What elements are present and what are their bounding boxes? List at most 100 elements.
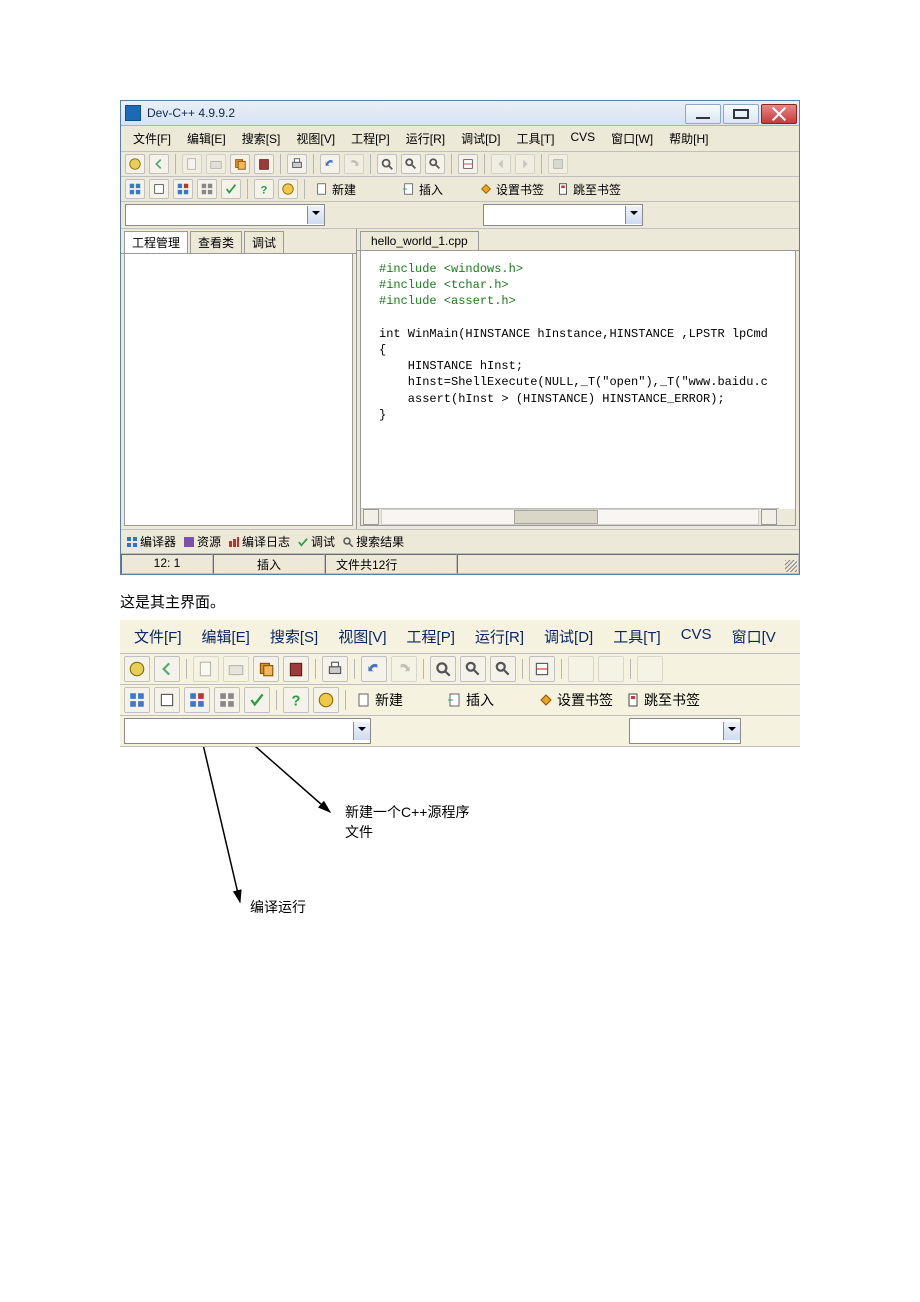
function-combo[interactable] <box>629 718 741 744</box>
copy-icon[interactable] <box>253 656 279 682</box>
new-button[interactable]: 新建 <box>311 181 360 198</box>
print-icon[interactable] <box>287 154 307 174</box>
run-icon[interactable] <box>149 179 169 199</box>
find-next-icon[interactable] <box>460 656 486 682</box>
btab-debug[interactable]: 调试 <box>298 533 335 550</box>
globe-icon[interactable] <box>125 154 145 174</box>
set-bookmark-button[interactable]: 设置书签 <box>475 181 548 198</box>
editor-tab[interactable]: hello_world_1.cpp <box>360 231 479 250</box>
menu2-search[interactable]: 搜索[S] <box>260 622 328 651</box>
class-combo[interactable] <box>125 204 325 226</box>
undo-icon[interactable] <box>361 656 387 682</box>
replace-icon[interactable] <box>425 154 445 174</box>
menu-window[interactable]: 窗口[W] <box>603 128 661 149</box>
new-button[interactable]: 新建 <box>352 690 407 710</box>
menu2-debug[interactable]: 调试[D] <box>534 622 603 651</box>
menu2-run[interactable]: 运行[R] <box>465 622 534 651</box>
undo-icon[interactable] <box>320 154 340 174</box>
menu-edit[interactable]: 编辑[E] <box>179 128 234 149</box>
rebuild-icon[interactable] <box>214 687 240 713</box>
scroll-right-icon[interactable] <box>761 509 777 525</box>
function-combo[interactable] <box>483 204 643 226</box>
help-icon[interactable]: ? <box>283 687 309 713</box>
disk-icon[interactable] <box>637 656 663 682</box>
debug-ok-icon[interactable] <box>221 179 241 199</box>
run-icon[interactable] <box>154 687 180 713</box>
insert-button[interactable]: 插入 <box>398 181 447 198</box>
btab-compiler[interactable]: 编译器 <box>127 533 176 550</box>
scroll-thumb[interactable] <box>514 510 599 524</box>
menu2-project[interactable]: 工程[P] <box>397 622 465 651</box>
menu-file[interactable]: 文件[F] <box>125 128 179 149</box>
h-scrollbar[interactable] <box>361 508 779 525</box>
menu2-cvs[interactable]: CVS <box>671 622 722 651</box>
titlebar[interactable]: Dev-C++ 4.9.9.2 <box>121 101 799 126</box>
rebuild-icon[interactable] <box>197 179 217 199</box>
new-file-icon[interactable] <box>193 656 219 682</box>
resize-grip-icon[interactable] <box>785 560 797 572</box>
paste-icon[interactable] <box>283 656 309 682</box>
globe-icon[interactable] <box>124 656 150 682</box>
menu-help[interactable]: 帮助[H] <box>661 128 716 149</box>
menu2-window[interactable]: 窗口[V <box>722 622 786 651</box>
compile-run-icon[interactable] <box>184 687 210 713</box>
menu-project[interactable]: 工程[P] <box>343 128 398 149</box>
find-icon[interactable] <box>377 154 397 174</box>
minimize-button[interactable] <box>685 104 721 124</box>
scroll-left-icon[interactable] <box>363 509 379 525</box>
btab-log[interactable]: 编译日志 <box>229 533 290 550</box>
help-icon[interactable]: ? <box>254 179 274 199</box>
compile-icon[interactable] <box>124 687 150 713</box>
insert-label: 插入 <box>419 181 443 198</box>
menu2-file[interactable]: 文件[F] <box>124 622 192 651</box>
goto-line-icon[interactable] <box>458 154 478 174</box>
paste-icon[interactable] <box>254 154 274 174</box>
back-icon[interactable] <box>149 154 169 174</box>
set-bookmark-button[interactable]: 设置书签 <box>534 690 617 710</box>
project-tree[interactable] <box>124 254 353 526</box>
goto-bookmark-button[interactable]: 跳至书签 <box>621 690 704 710</box>
side-tab-project[interactable]: 工程管理 <box>124 231 188 253</box>
open-icon[interactable] <box>223 656 249 682</box>
menu2-view[interactable]: 视图[V] <box>328 622 396 651</box>
goto-line-icon[interactable] <box>529 656 555 682</box>
side-tab-class[interactable]: 查看类 <box>190 231 242 253</box>
menu2-edit[interactable]: 编辑[E] <box>192 622 260 651</box>
nav-back-icon[interactable] <box>568 656 594 682</box>
nav-fwd-icon[interactable] <box>515 154 535 174</box>
close-button[interactable] <box>761 104 797 124</box>
new-file-icon[interactable] <box>182 154 202 174</box>
side-tab-debug[interactable]: 调试 <box>244 231 284 253</box>
btab-search[interactable]: 搜索结果 <box>343 533 404 550</box>
compile-icon[interactable] <box>125 179 145 199</box>
insert-button[interactable]: 插入 <box>443 690 498 710</box>
goto-bookmark-button[interactable]: 跳至书签 <box>552 181 625 198</box>
class-combo[interactable] <box>124 718 371 744</box>
nav-back-icon[interactable] <box>491 154 511 174</box>
maximize-button[interactable] <box>723 104 759 124</box>
compile-run-icon[interactable] <box>173 179 193 199</box>
menu-tools[interactable]: 工具[T] <box>508 128 562 149</box>
nav-fwd-icon[interactable] <box>598 656 624 682</box>
menu2-tools[interactable]: 工具[T] <box>603 622 671 651</box>
open-icon[interactable] <box>206 154 226 174</box>
about-icon[interactable] <box>313 687 339 713</box>
menu-debug[interactable]: 调试[D] <box>453 128 508 149</box>
debug-ok-icon[interactable] <box>244 687 270 713</box>
redo-icon[interactable] <box>344 154 364 174</box>
menu-search[interactable]: 搜索[S] <box>234 128 289 149</box>
code-editor[interactable]: #include <windows.h> #include <tchar.h> … <box>360 251 796 526</box>
menu-view[interactable]: 视图[V] <box>288 128 343 149</box>
copy-icon[interactable] <box>230 154 250 174</box>
disk-icon[interactable] <box>548 154 568 174</box>
redo-icon[interactable] <box>391 656 417 682</box>
find-next-icon[interactable] <box>401 154 421 174</box>
back-icon[interactable] <box>154 656 180 682</box>
menu-run[interactable]: 运行[R] <box>398 128 453 149</box>
print-icon[interactable] <box>322 656 348 682</box>
find-icon[interactable] <box>430 656 456 682</box>
about-icon[interactable] <box>278 179 298 199</box>
btab-resource[interactable]: 资源 <box>184 533 221 550</box>
menu-cvs[interactable]: CVS <box>562 128 603 149</box>
replace-icon[interactable] <box>490 656 516 682</box>
